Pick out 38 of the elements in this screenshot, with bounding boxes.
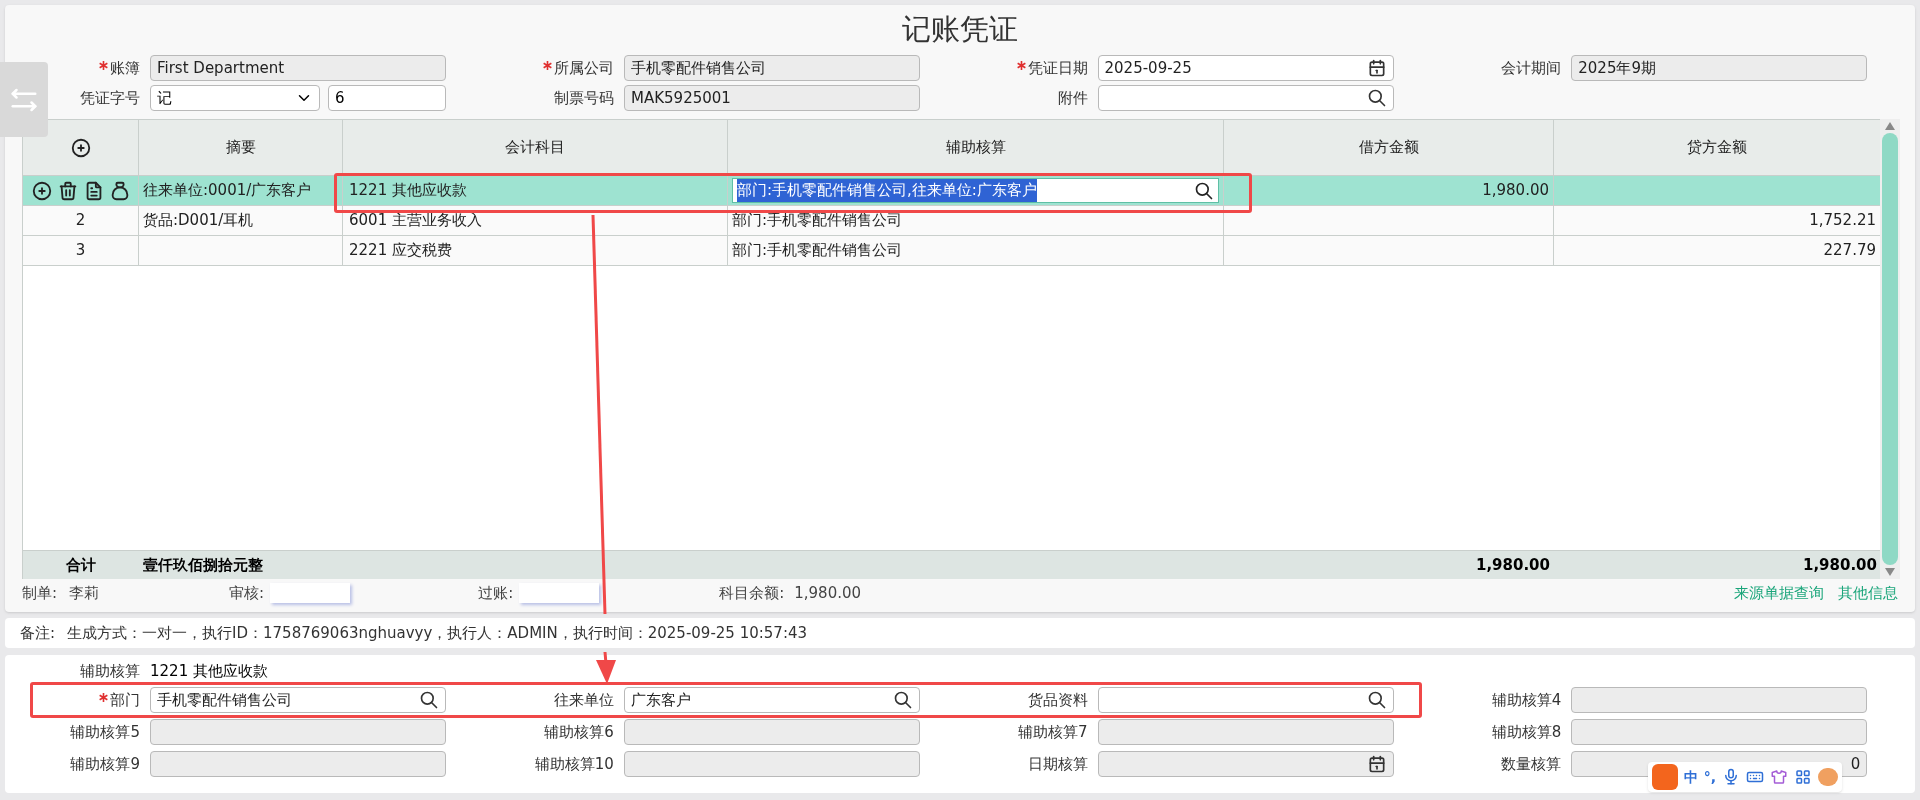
field-label: 凭证字号: [80, 87, 140, 109]
field-label: 辅助核算5: [70, 721, 140, 743]
field-label: 账簿: [110, 57, 140, 79]
table-cell-text: 部门:手机零配件销售公司: [732, 210, 903, 232]
total-label: 合计: [65, 554, 97, 576]
aux-account: 1221 其他应收款: [150, 660, 268, 682]
field-label: 凭证日期: [1027, 57, 1088, 79]
post-label: 过账:: [478, 582, 514, 604]
field-label: 辅助核算8: [1491, 721, 1562, 743]
field-label: 辅助核算4: [1491, 689, 1562, 711]
field-label: 辅助核算6: [544, 721, 614, 743]
table-cell: 2221 应交税费: [343, 236, 728, 266]
page-title: 记账凭证: [902, 11, 1018, 49]
table-cell-text: 部门:手机零配件销售公司: [732, 240, 903, 262]
field-label: 往来单位: [553, 689, 614, 711]
remarks-text: 生成方式：一对一，执行ID：1758769063nghuavyy，执行人：ADMIN，执行时间：2025-09-25 10:57:43: [67, 622, 808, 644]
field-label: 货品资料: [1027, 689, 1088, 711]
aux-label: 辅助核算: [79, 660, 140, 682]
field-label: 辅助核算10: [534, 753, 614, 775]
field-label: 附件: [1058, 87, 1088, 109]
balance-value: 1,980.00: [794, 582, 862, 604]
credit-total: 1,980.00: [1801, 554, 1878, 576]
field-label: 辅助核算7: [1017, 721, 1088, 743]
remarks-label: 备注:: [20, 622, 56, 644]
balance-label: 科目余额:: [719, 582, 785, 604]
field-label: 数量核算: [1501, 753, 1562, 775]
review-label: 审核:: [229, 582, 265, 604]
amount-in-words: 壹仟玖佰捌拾元整: [142, 554, 264, 576]
maker-label: 制单:: [22, 582, 58, 604]
debit-total: 1,980.00: [1474, 554, 1551, 576]
field-label: 日期核算: [1027, 753, 1088, 775]
field-label: 会计期间: [1501, 57, 1562, 79]
field-label: 制票号码: [554, 87, 614, 109]
row-number: 3: [23, 236, 139, 266]
field-label: 所属公司: [553, 57, 614, 79]
field-label: 辅助核算9: [70, 753, 140, 775]
maker-name: 李莉: [69, 582, 100, 604]
field-label: 部门: [110, 689, 140, 711]
